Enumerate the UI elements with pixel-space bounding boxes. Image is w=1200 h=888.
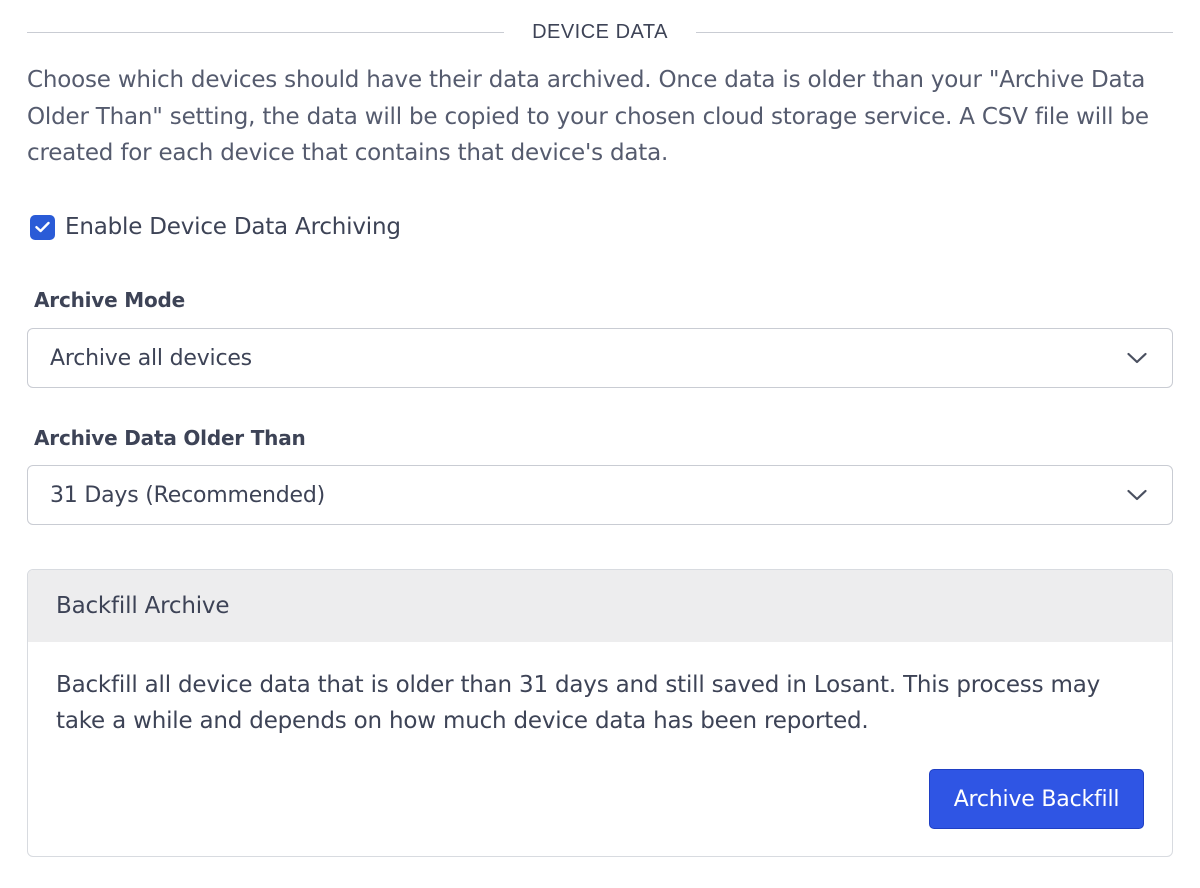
backfill-archive-title: Backfill Archive [28,570,1172,642]
chevron-down-icon [1126,351,1148,365]
divider-left [27,32,504,33]
backfill-archive-panel: Backfill Archive Backfill all device dat… [27,569,1173,857]
enable-archiving-checkbox-row[interactable]: Enable Device Data Archiving [30,214,401,240]
archive-mode-label: Archive Mode [34,288,185,312]
check-icon [35,221,50,233]
divider-right [696,32,1173,33]
archive-mode-value: Archive all devices [50,346,252,371]
chevron-down-icon [1126,488,1148,502]
backfill-archive-description: Backfill all device data that is older t… [28,642,1172,739]
archive-backfill-button[interactable]: Archive Backfill [929,769,1144,829]
enable-archiving-checkbox[interactable] [30,215,55,240]
section-header: DEVICE DATA [27,14,1173,50]
archive-mode-select[interactable]: Archive all devices [27,328,1173,388]
section-title: DEVICE DATA [504,21,696,44]
enable-archiving-label: Enable Device Data Archiving [65,214,401,240]
archive-older-than-value: 31 Days (Recommended) [50,483,325,508]
archive-older-than-select[interactable]: 31 Days (Recommended) [27,465,1173,525]
archive-older-than-label: Archive Data Older Than [34,426,306,450]
section-description: Choose which devices should have their d… [27,62,1173,172]
